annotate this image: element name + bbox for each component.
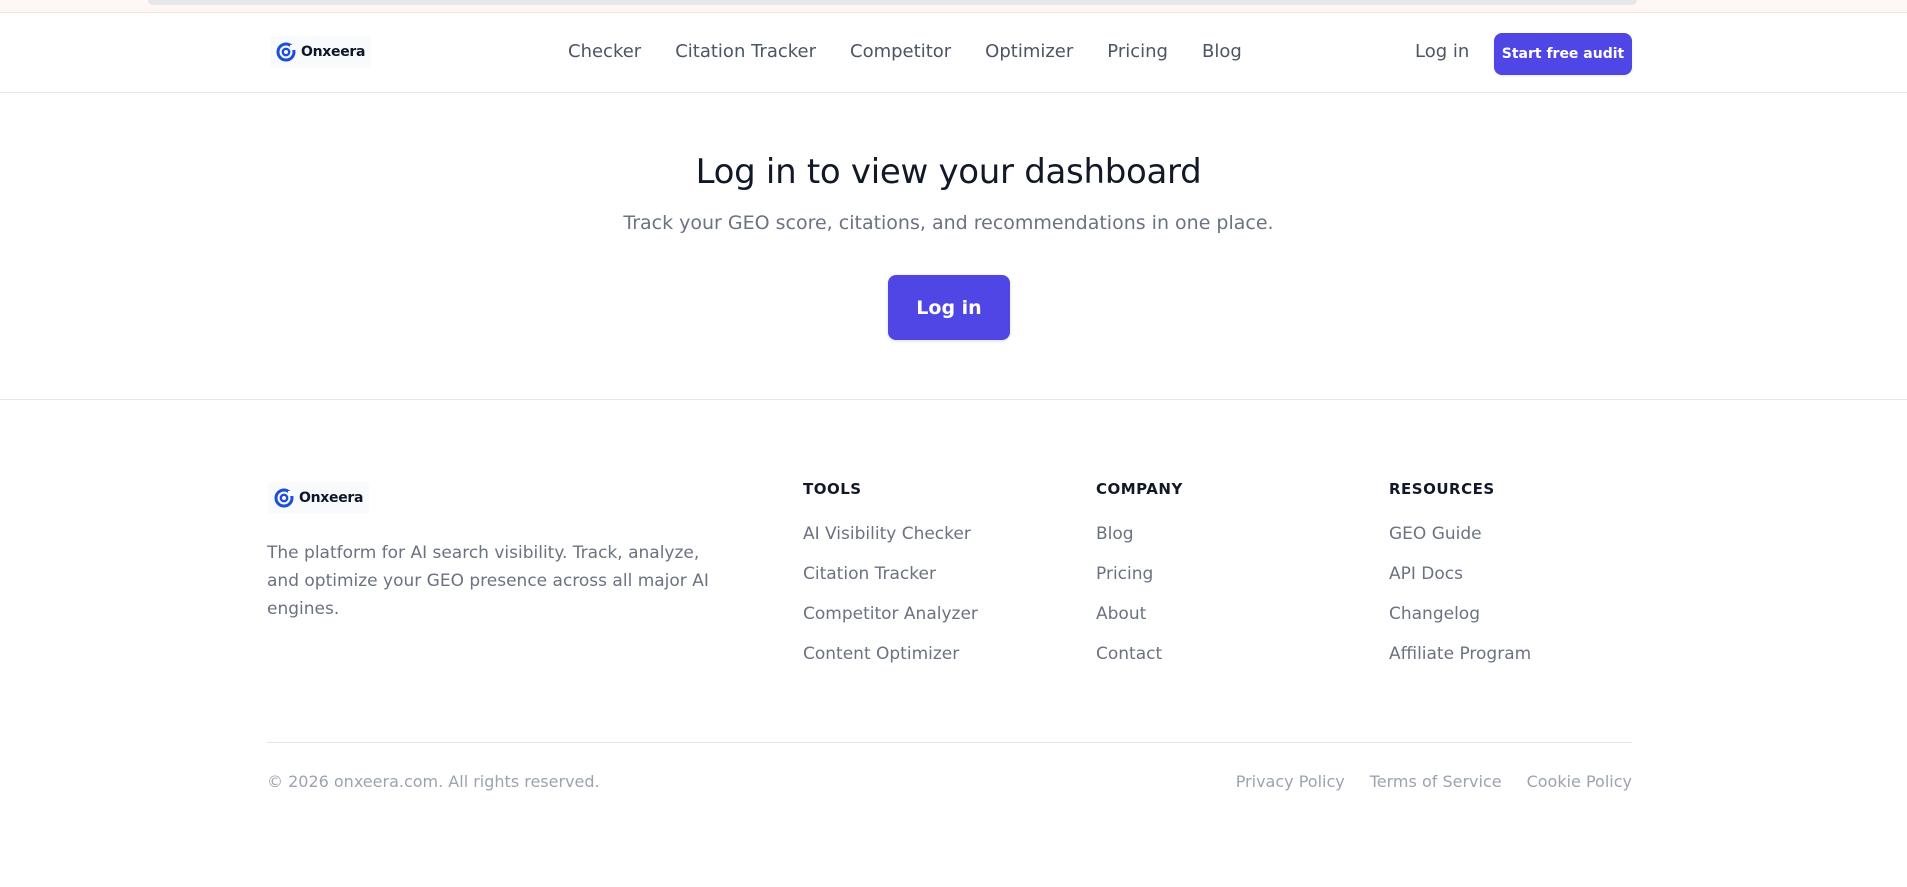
nav-optimizer[interactable]: Optimizer bbox=[985, 41, 1073, 62]
footer-link-contact[interactable]: Contact bbox=[1096, 642, 1183, 682]
nav-pricing[interactable]: Pricing bbox=[1107, 41, 1168, 62]
onxeera-logo-icon bbox=[274, 488, 294, 508]
cookie-policy-link[interactable]: Cookie Policy bbox=[1527, 772, 1632, 791]
header-login-link[interactable]: Log in bbox=[1415, 41, 1469, 62]
footer-logo[interactable]: Onxeera bbox=[268, 482, 370, 514]
footer-bottom-divider bbox=[267, 742, 1632, 743]
footer-column-company: COMPANY Blog Pricing About Contact bbox=[1096, 480, 1183, 682]
copyright-text: © 2026 onxeera.com. All rights reserved. bbox=[267, 772, 600, 791]
footer-link-content-optimizer[interactable]: Content Optimizer bbox=[803, 642, 978, 682]
terms-of-service-link[interactable]: Terms of Service bbox=[1370, 772, 1502, 791]
footer-heading-resources: RESOURCES bbox=[1389, 480, 1495, 498]
logo-wordmark: Onxeera bbox=[299, 490, 364, 506]
footer-link-about[interactable]: About bbox=[1096, 602, 1183, 642]
onxeera-logo-icon bbox=[276, 42, 296, 62]
login-button[interactable]: Log in bbox=[888, 275, 1010, 340]
footer-link-pricing[interactable]: Pricing bbox=[1096, 562, 1183, 602]
page-title: Log in to view your dashboard bbox=[695, 152, 1202, 192]
footer-divider bbox=[0, 399, 1907, 400]
footer-column-resources: RESOURCES GEO Guide API Docs Changelog A… bbox=[1389, 480, 1531, 682]
footer-link-competitor-analyzer[interactable]: Competitor Analyzer bbox=[803, 602, 978, 642]
nav-checker[interactable]: Checker bbox=[568, 41, 641, 62]
page-subtitle: Track your GEO score, citations, and rec… bbox=[623, 212, 1274, 234]
footer-link-api-docs[interactable]: API Docs bbox=[1389, 562, 1531, 602]
nav-citation-tracker[interactable]: Citation Tracker bbox=[675, 41, 816, 62]
footer-link-geo-guide[interactable]: GEO Guide bbox=[1389, 522, 1531, 562]
logo-wordmark: Onxeera bbox=[301, 44, 366, 60]
footer-link-blog[interactable]: Blog bbox=[1096, 522, 1183, 562]
start-free-audit-button[interactable]: Start free audit bbox=[1494, 33, 1632, 75]
footer-link-citation-tracker[interactable]: Citation Tracker bbox=[803, 562, 978, 602]
footer-description: The platform for AI search visibility. T… bbox=[267, 543, 709, 619]
footer-heading-company: COMPANY bbox=[1096, 480, 1183, 498]
banner-edge bbox=[148, 0, 1637, 5]
main-nav: Checker Citation Tracker Competitor Opti… bbox=[568, 41, 1242, 62]
footer-link-changelog[interactable]: Changelog bbox=[1389, 602, 1531, 642]
footer-link-affiliate-program[interactable]: Affiliate Program bbox=[1389, 642, 1531, 682]
nav-blog[interactable]: Blog bbox=[1202, 41, 1242, 62]
site-header: Onxeera Checker Citation Tracker Competi… bbox=[0, 13, 1907, 93]
footer-link-ai-visibility-checker[interactable]: AI Visibility Checker bbox=[803, 522, 978, 562]
top-banner-strip bbox=[0, 0, 1907, 13]
nav-competitor[interactable]: Competitor bbox=[850, 41, 951, 62]
legal-links: Privacy Policy Terms of Service Cookie P… bbox=[1236, 772, 1632, 791]
footer-heading-tools: TOOLS bbox=[803, 480, 862, 498]
privacy-policy-link[interactable]: Privacy Policy bbox=[1236, 772, 1345, 791]
header-logo[interactable]: Onxeera bbox=[270, 36, 372, 68]
footer-column-tools: TOOLS AI Visibility Checker Citation Tra… bbox=[803, 480, 978, 682]
